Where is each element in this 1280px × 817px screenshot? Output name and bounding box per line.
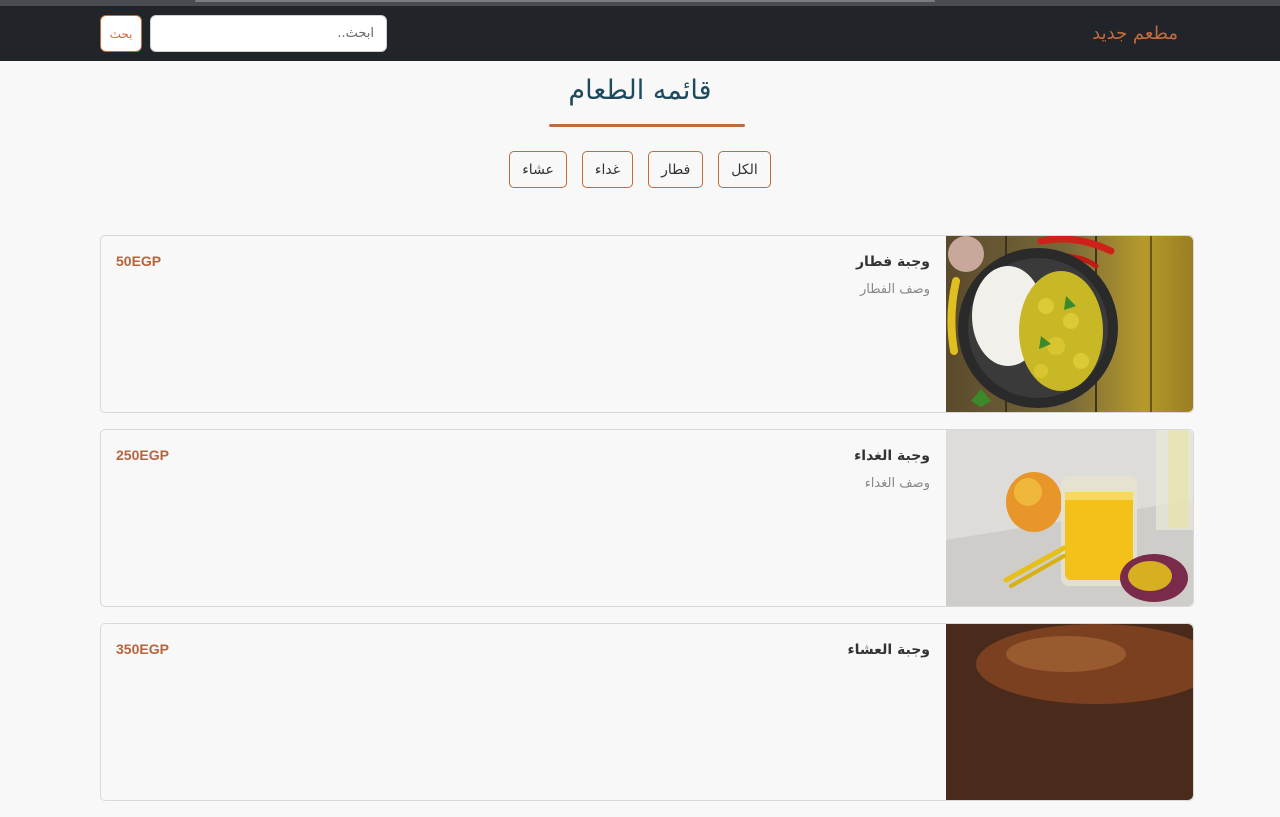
navbar: مطعم جديد بحث [0,6,1280,61]
breakfast-dish-image [946,236,1193,412]
browser-tab-indicator [195,0,935,2]
menu-item-card[interactable]: وجبة فطار وصف الفطار 50EGP [100,235,1194,413]
filter-breakfast-button[interactable]: فطار [648,151,704,188]
page-title: قائمه الطعام [568,75,712,106]
item-description: وصف الغداء [864,476,930,491]
search-input[interactable] [150,15,387,52]
item-name: وجبة الغداء [854,448,930,464]
category-filters: الكل فطار غداء عشاء [0,151,1280,188]
dinner-dish-image [946,624,1193,800]
title-underline [549,124,745,127]
search-button[interactable]: بحث [100,15,142,52]
menu-items-list: وجبة فطار وصف الفطار 50EGP وجبة الغداء و… [100,235,1194,817]
brand-link[interactable]: مطعم جديد [1092,23,1178,44]
lunch-dish-image [946,430,1193,606]
item-price: 350EGP [116,641,169,657]
item-price: 50EGP [116,253,162,269]
filter-all-button[interactable]: الكل [718,151,771,188]
item-description: وصف الفطار [860,282,930,297]
menu-item-card[interactable]: وجبة الغداء وصف الغداء 250EGP [100,429,1194,607]
item-name: وجبة فطار [856,254,930,270]
filter-dinner-button[interactable]: عشاء [509,151,567,188]
menu-item-card[interactable]: وجبة العشاء 350EGP [100,623,1194,801]
item-name: وجبة العشاء [847,642,931,658]
item-price: 250EGP [116,447,169,463]
filter-lunch-button[interactable]: غداء [581,151,634,188]
